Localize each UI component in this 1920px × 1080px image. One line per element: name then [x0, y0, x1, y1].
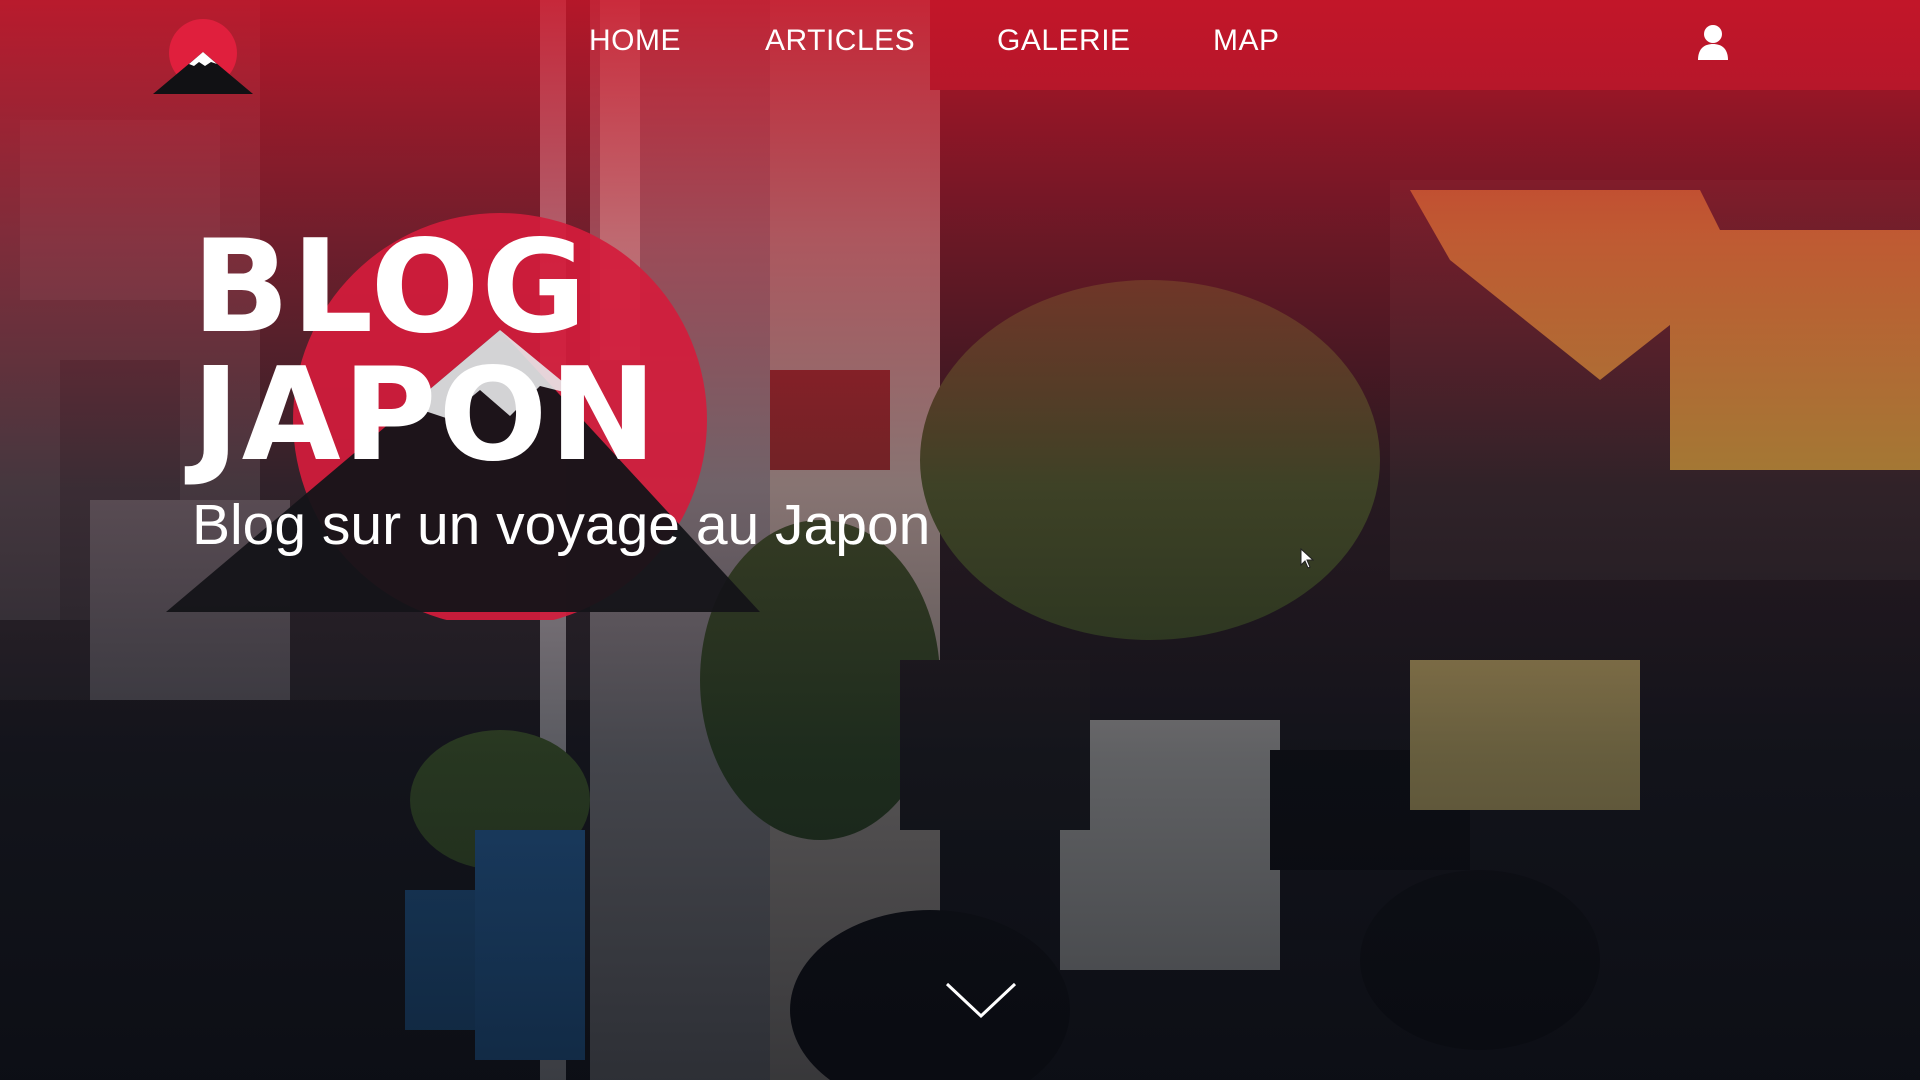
hero-section: HOME ARTICLES GALERIE MAP BLOG JAPON Blo… [0, 0, 1920, 1080]
mouse-cursor-icon [1300, 548, 1314, 569]
top-navbar: HOME ARTICLES GALERIE MAP [0, 0, 1920, 94]
nav-galerie-link[interactable]: GALERIE [997, 24, 1131, 58]
mount-fuji-logo[interactable] [153, 18, 253, 96]
user-icon[interactable] [1697, 24, 1729, 60]
page-title: BLOG JAPON [192, 224, 658, 480]
page-subtitle: Blog sur un voyage au Japon [192, 493, 931, 557]
nav-map-link[interactable]: MAP [1213, 24, 1280, 58]
nav-articles-link[interactable]: ARTICLES [765, 24, 915, 58]
nav-home-link[interactable]: HOME [589, 24, 681, 58]
title-line-blog: BLOG [192, 213, 589, 362]
title-line-japon: JAPON [192, 341, 659, 490]
chevron-down-icon[interactable] [943, 980, 1019, 1020]
